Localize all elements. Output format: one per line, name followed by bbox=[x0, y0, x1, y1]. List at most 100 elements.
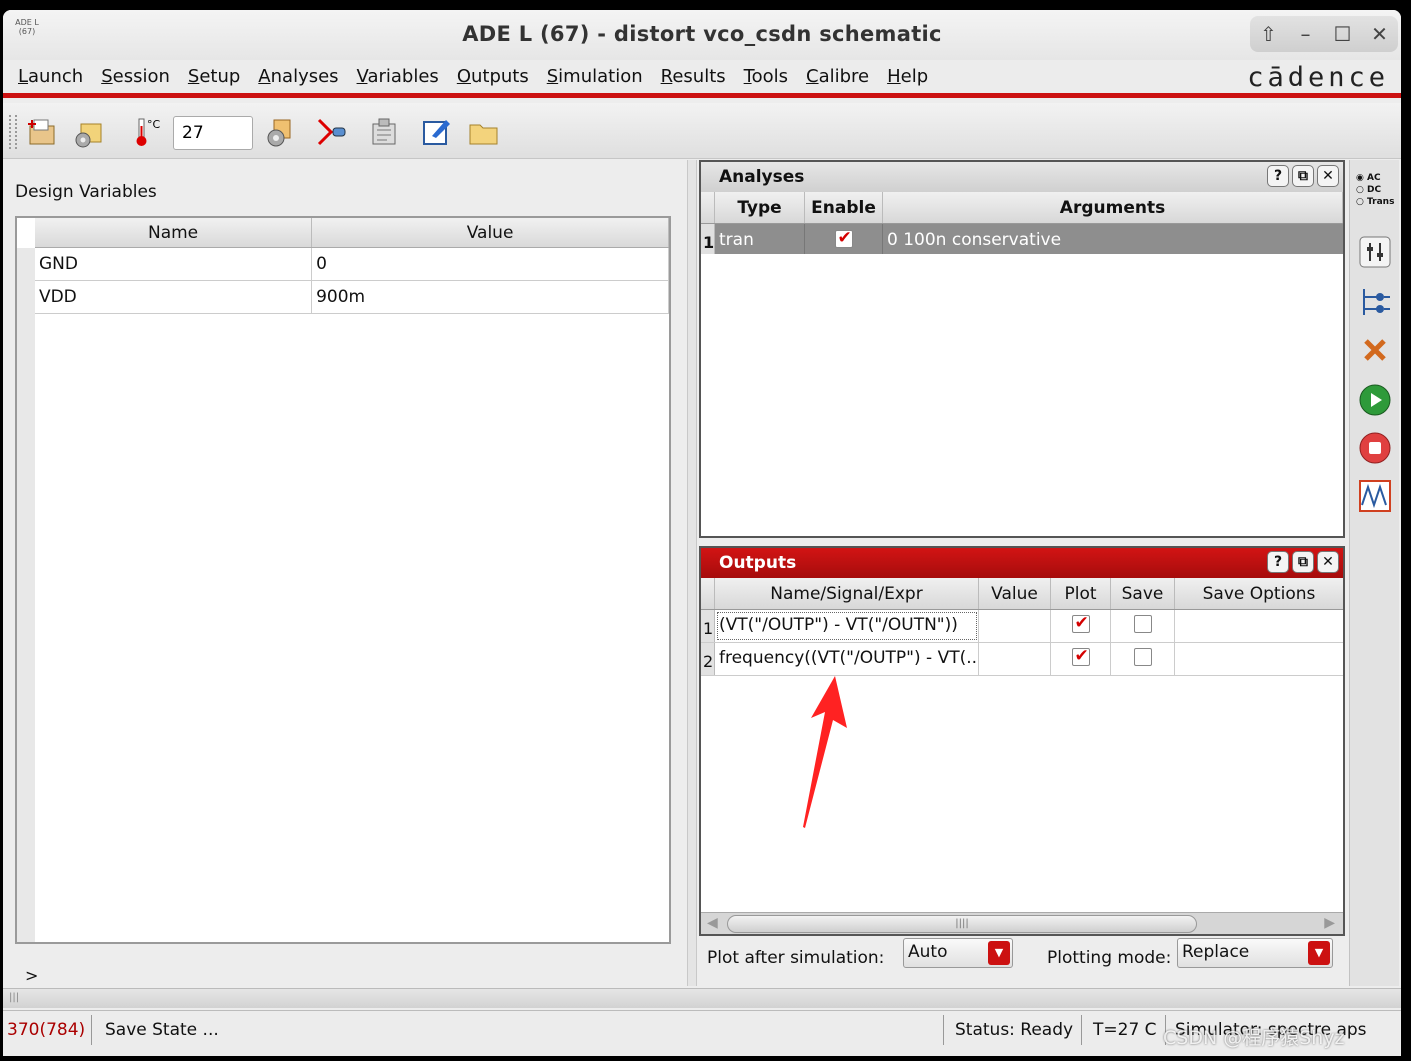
column-save[interactable]: Save bbox=[1111, 578, 1175, 609]
menu-outputs[interactable]: Outputs bbox=[457, 66, 529, 87]
radio-trans[interactable]: ○ Trans bbox=[1356, 196, 1394, 208]
thermometer-icon: °C bbox=[131, 115, 165, 149]
column-expression[interactable]: Name/Signal/Expr bbox=[715, 578, 979, 609]
column-save-options[interactable]: Save Options bbox=[1175, 578, 1343, 609]
menu-launch[interactable]: Launch bbox=[18, 66, 83, 87]
menu-session[interactable]: Session bbox=[101, 66, 170, 87]
menu-setup[interactable]: Setup bbox=[188, 66, 240, 87]
output-expression[interactable]: (VT("/OUTP") - VT("/OUTN")) bbox=[715, 610, 979, 642]
save-state-icon[interactable] bbox=[73, 115, 107, 149]
plot-checkbox[interactable] bbox=[1071, 646, 1090, 666]
analysis-radio-group[interactable]: ◉ AC ○ DC ○ Trans bbox=[1356, 172, 1394, 208]
analysis-arguments[interactable]: 0 100n conservative bbox=[883, 224, 1343, 254]
plotting-mode-label: Plotting mode: bbox=[1047, 948, 1172, 968]
run-simulation-icon[interactable] bbox=[1357, 382, 1393, 418]
shade-window-button[interactable]: ⇧ bbox=[1254, 22, 1284, 46]
menu-calibre[interactable]: Calibre bbox=[806, 66, 869, 87]
annotation-arrow-icon bbox=[803, 676, 847, 828]
column-value[interactable]: Value bbox=[979, 578, 1051, 609]
maximize-button[interactable]: ☐ bbox=[1328, 22, 1358, 46]
save-checkbox[interactable] bbox=[1133, 648, 1152, 666]
column-value[interactable]: Value bbox=[312, 218, 669, 247]
scrollbar-thumb[interactable]: |||| bbox=[727, 915, 1197, 933]
save-options[interactable] bbox=[1175, 610, 1343, 642]
close-panel-icon[interactable]: ✕ bbox=[1317, 551, 1339, 573]
ade-window: ADE L (67) ADE L (67) - distort vco_csdn… bbox=[3, 10, 1401, 1056]
plotting-mode-select[interactable]: Replace ▼ bbox=[1177, 938, 1333, 968]
setup-model-icon[interactable] bbox=[263, 115, 297, 149]
save-cell bbox=[1111, 643, 1175, 675]
save-cell bbox=[1111, 610, 1175, 642]
status-message: Save State ... bbox=[105, 1020, 219, 1040]
watermark: CSDN @程序猿Shyz bbox=[1163, 1027, 1345, 1049]
design-variables-panel: Design Variables Name Value 1 GND 0 2 VD… bbox=[3, 160, 685, 986]
horizontal-scrollbar[interactable]: ◀ |||| ▶ bbox=[701, 912, 1343, 934]
analysis-type[interactable]: tran bbox=[715, 224, 805, 254]
variable-value[interactable]: 0 bbox=[312, 248, 669, 280]
analysis-enable-checkbox[interactable] bbox=[834, 228, 853, 248]
scroll-left-icon[interactable]: ◀ bbox=[707, 915, 718, 931]
minimize-button[interactable]: – bbox=[1291, 22, 1321, 46]
title-bar: ADE L (67) ADE L (67) - distort vco_csdn… bbox=[3, 10, 1401, 60]
column-plot[interactable]: Plot bbox=[1051, 578, 1111, 609]
table-row[interactable]: 2 VDD 900m bbox=[17, 281, 669, 314]
plot-waveform-icon[interactable] bbox=[1357, 478, 1393, 514]
status-grip[interactable]: ||| bbox=[3, 988, 1401, 1008]
output-expression[interactable]: frequency((VT("/OUTP") - VT(... bbox=[715, 643, 979, 675]
output-value bbox=[979, 610, 1051, 642]
netlist-icon[interactable] bbox=[367, 115, 401, 149]
save-checkbox[interactable] bbox=[1133, 615, 1152, 633]
column-enable[interactable]: Enable bbox=[805, 192, 883, 223]
radio-ac[interactable]: ◉ AC bbox=[1356, 172, 1394, 184]
close-window-button[interactable]: ✕ bbox=[1365, 22, 1395, 46]
help-icon[interactable]: ? bbox=[1267, 165, 1289, 187]
column-arguments[interactable]: Arguments bbox=[883, 192, 1343, 223]
radio-dc[interactable]: ○ DC bbox=[1356, 184, 1394, 196]
table-row[interactable]: 1 GND 0 bbox=[17, 248, 669, 281]
help-icon[interactable]: ? bbox=[1267, 551, 1289, 573]
analysis-enable-cell bbox=[805, 224, 883, 254]
netlist-signals-icon[interactable] bbox=[1357, 284, 1393, 320]
window-title: ADE L (67) - distort vco_csdn schematic bbox=[462, 22, 942, 46]
analyses-panel-header: Analyses ? ⧉ ✕ bbox=[701, 162, 1343, 192]
plot-checkbox[interactable] bbox=[1071, 613, 1090, 633]
panel-splitter[interactable] bbox=[687, 160, 697, 986]
design-variables-table: Name Value 1 GND 0 2 VDD 900m bbox=[15, 216, 671, 944]
save-options[interactable] bbox=[1175, 643, 1343, 675]
column-type[interactable]: Type bbox=[715, 192, 805, 223]
open-folder-icon[interactable] bbox=[467, 115, 501, 149]
plot-cell bbox=[1051, 610, 1111, 642]
variable-name[interactable]: VDD bbox=[35, 281, 313, 313]
menu-simulation[interactable]: Simulation bbox=[547, 66, 643, 87]
stop-simulation-icon[interactable] bbox=[1357, 430, 1393, 466]
table-row[interactable]: 1 tran 0 100n conservative bbox=[701, 224, 1343, 254]
output-value bbox=[979, 643, 1051, 675]
table-header: Name/Signal/Expr Value Plot Save Save Op… bbox=[701, 578, 1343, 610]
delete-x-icon[interactable] bbox=[1357, 332, 1393, 368]
row-number: 1 bbox=[701, 610, 715, 642]
tune-sliders-icon[interactable] bbox=[1357, 234, 1393, 270]
edit-icon[interactable] bbox=[419, 115, 453, 149]
column-name[interactable]: Name bbox=[35, 218, 313, 247]
menu-variables[interactable]: Variables bbox=[357, 66, 439, 87]
scroll-right-icon[interactable]: ▶ bbox=[1324, 915, 1335, 931]
plot-after-select[interactable]: Auto ▼ bbox=[903, 938, 1013, 968]
menu-tools[interactable]: Tools bbox=[744, 66, 788, 87]
close-panel-icon[interactable]: ✕ bbox=[1317, 165, 1339, 187]
menu-analyses[interactable]: Analyses bbox=[258, 66, 338, 87]
table-row[interactable]: 1 (VT("/OUTP") - VT("/OUTN")) bbox=[701, 610, 1343, 643]
analyses-title: Analyses bbox=[719, 167, 805, 187]
variable-name[interactable]: GND bbox=[35, 248, 313, 280]
variable-value[interactable]: 900m bbox=[312, 281, 669, 313]
menu-results[interactable]: Results bbox=[661, 66, 726, 87]
select-on-schematic-icon[interactable] bbox=[315, 115, 349, 149]
command-prompt[interactable]: > bbox=[25, 966, 38, 985]
float-panel-icon[interactable]: ⧉ bbox=[1292, 551, 1314, 573]
toolbar-grip[interactable] bbox=[9, 115, 17, 149]
menu-help[interactable]: Help bbox=[887, 66, 928, 87]
load-state-icon[interactable] bbox=[25, 115, 59, 149]
cadence-logo: cādence bbox=[1247, 62, 1389, 93]
plot-cell bbox=[1051, 643, 1111, 675]
float-panel-icon[interactable]: ⧉ bbox=[1292, 165, 1314, 187]
temperature-input[interactable] bbox=[173, 116, 253, 150]
